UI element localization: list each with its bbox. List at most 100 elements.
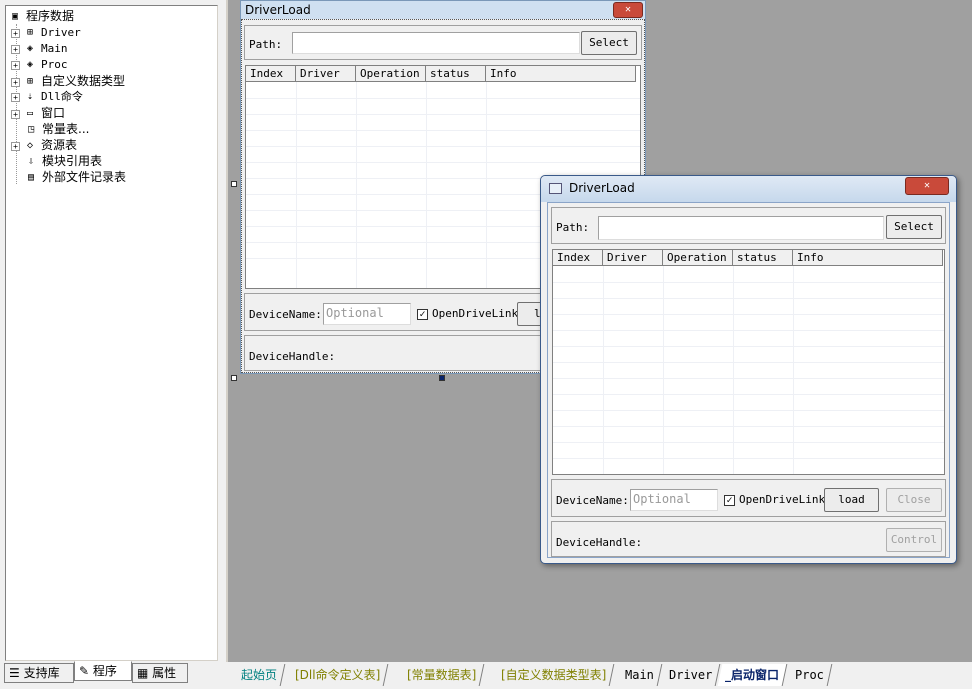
handle-group: DeviceHandle: Control — [551, 521, 946, 557]
path-input[interactable] — [598, 216, 884, 240]
program-icon: ✎ — [79, 664, 93, 678]
tree-item-module-refs[interactable]: ⇩ 模块引用表 — [24, 153, 102, 169]
properties-icon: ▦ — [137, 666, 153, 680]
tab-properties[interactable]: ▦ 属性 — [132, 663, 188, 683]
tree-item-main[interactable]: + ◈ Main — [11, 41, 68, 57]
column-operation[interactable]: Operation — [356, 66, 426, 81]
grid-line — [553, 298, 944, 299]
tree-item-window[interactable]: + ▭ 窗口 — [11, 105, 65, 121]
tree-item-proc[interactable]: + ◈ Proc — [11, 57, 68, 73]
expand-icon[interactable]: + — [11, 44, 20, 54]
tab-driver[interactable]: Driver — [661, 664, 721, 686]
tree-item-driver[interactable]: + ⊞ Driver — [11, 25, 81, 41]
close-icon[interactable]: ✕ — [905, 177, 949, 195]
expand-icon[interactable]: + — [11, 60, 20, 70]
column-index[interactable]: Index — [553, 250, 603, 265]
tab-proc[interactable]: Proc — [787, 664, 833, 686]
checkbox-check-icon: ✓ — [724, 494, 735, 506]
grid-line — [553, 378, 944, 379]
resource-icon: ◇ — [26, 140, 34, 151]
device-group: DeviceName: Optional ✓ OpenDriveLink load… — [551, 479, 946, 517]
resize-handle[interactable] — [231, 181, 237, 187]
column-status[interactable]: status — [733, 250, 793, 265]
file-record-icon: ▤ — [27, 172, 35, 183]
grid-line — [553, 330, 944, 331]
expand-icon[interactable]: + — [11, 109, 20, 119]
tab-main[interactable]: Main — [617, 664, 663, 686]
grid-header: Index Driver Operation status Info — [246, 66, 636, 82]
column-driver[interactable]: Driver — [603, 250, 663, 265]
grid-line — [246, 130, 640, 131]
column-index[interactable]: Index — [246, 66, 296, 81]
design-form-title: DriverLoad — [241, 1, 645, 19]
driver-grid[interactable]: Index Driver Operation status Info — [552, 249, 945, 475]
grid-line — [553, 394, 944, 395]
grid-line — [246, 98, 640, 99]
column-driver[interactable]: Driver — [296, 66, 356, 81]
tab-start-page[interactable]: 起始页 — [233, 664, 286, 686]
grid-line — [553, 426, 944, 427]
path-label: Path: — [249, 38, 283, 51]
tab-dll-table[interactable]: [Dll命令定义表] — [287, 664, 389, 686]
expand-icon[interactable]: + — [11, 77, 20, 87]
device-name-label: DeviceName: — [556, 494, 629, 507]
expand-icon[interactable]: + — [11, 92, 20, 102]
grid-line — [553, 442, 944, 443]
tab-constant-table[interactable]: [常量数据表] — [399, 664, 485, 686]
module-icon: ◈ — [26, 43, 34, 54]
datatype-icon: ⊞ — [26, 76, 34, 87]
runtime-titlebar[interactable]: DriverLoad ✕ — [541, 176, 956, 202]
grid-line — [246, 146, 640, 147]
path-group: Path: Select — [244, 25, 642, 60]
open-drive-link-checkbox[interactable]: ✓ OpenDriveLink — [724, 493, 825, 506]
grid-line — [553, 362, 944, 363]
tree-root[interactable]: ▣ 程序数据 — [8, 8, 74, 24]
runtime-title: DriverLoad — [569, 181, 635, 195]
grid-line — [246, 114, 640, 115]
tab-program[interactable]: ✎ 程序 — [74, 661, 132, 681]
device-handle-label: DeviceHandle: — [249, 350, 336, 363]
tree-item-dll[interactable]: + ⇣ Dll命令 — [11, 89, 83, 105]
resize-handle[interactable] — [439, 375, 445, 381]
select-button[interactable]: Select — [581, 31, 637, 55]
column-operation[interactable]: Operation — [663, 250, 733, 265]
app-icon — [549, 183, 562, 194]
tree-item-datatype[interactable]: + ⊞ 自定义数据类型 — [11, 73, 125, 89]
load-button[interactable]: load — [824, 488, 879, 512]
tab-startup-window[interactable]: _启动窗口 — [717, 664, 788, 686]
program-data-icon: ▣ — [11, 11, 19, 22]
runtime-window[interactable]: DriverLoad ✕ Path: Select Index Driver O… — [540, 175, 957, 564]
resize-handle[interactable] — [231, 375, 237, 381]
project-tree[interactable]: ▣ 程序数据 + ⊞ Driver + ◈ Main + ◈ Proc + ⊞ 自定义数据类型 +… — [5, 5, 218, 661]
class-icon: ⊞ — [26, 27, 34, 38]
device-handle-label: DeviceHandle: — [556, 536, 643, 549]
close-button[interactable]: Close — [886, 488, 942, 512]
tree-item-resources[interactable]: + ◇ 资源表 — [11, 137, 77, 153]
grid-line — [553, 346, 944, 347]
tree-item-file-records[interactable]: ▤ 外部文件记录表 — [24, 169, 126, 185]
window-icon: ▭ — [26, 108, 34, 119]
grid-line — [246, 162, 640, 163]
device-name-input[interactable]: Optional — [323, 303, 411, 325]
expand-icon[interactable]: + — [11, 28, 20, 38]
grid-line — [553, 410, 944, 411]
control-button[interactable]: Control — [886, 528, 942, 552]
left-panel-tabs: ☰ 支持库 ✎ 程序 ▦ 属性 — [0, 661, 226, 685]
path-input[interactable] — [292, 32, 580, 54]
library-icon: ☰ — [9, 666, 24, 680]
open-drive-link-checkbox[interactable]: ✓ OpenDriveLink — [417, 307, 518, 320]
tab-support-library[interactable]: ☰ 支持库 — [4, 663, 74, 683]
path-label: Path: — [556, 221, 590, 234]
tab-datatype-table[interactable]: [自定义数据类型表] — [493, 664, 615, 686]
column-info[interactable]: Info — [793, 250, 943, 265]
select-button[interactable]: Select — [886, 215, 942, 239]
checkbox-check-icon: ✓ — [417, 308, 428, 320]
device-name-input[interactable]: Optional — [630, 489, 718, 511]
device-name-label: DeviceName: — [249, 308, 322, 321]
column-info[interactable]: Info — [486, 66, 636, 81]
close-icon[interactable]: ✕ — [613, 2, 643, 18]
column-status[interactable]: status — [426, 66, 486, 81]
expand-icon[interactable]: + — [11, 141, 20, 151]
tree-item-constants[interactable]: ◳ 常量表... — [24, 121, 89, 137]
module-ref-icon: ⇩ — [27, 156, 35, 167]
